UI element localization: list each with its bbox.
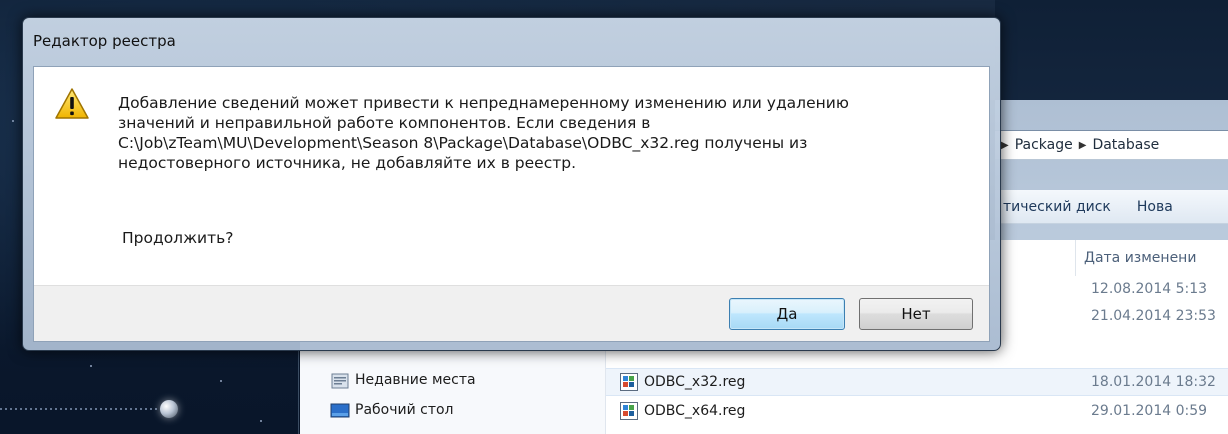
- explorer-toolbar: тический диск Нова: [995, 190, 1228, 224]
- breadcrumb-item-package[interactable]: Package: [1015, 137, 1073, 153]
- dialog-title: Редактор реестра: [33, 32, 176, 50]
- breadcrumb[interactable]: ▶ Package ▶ Database: [995, 130, 1228, 160]
- breadcrumb-separator-icon: ▶: [1078, 139, 1087, 151]
- recent-places-icon: [331, 373, 349, 389]
- dialog-message: Добавление сведений может привести к неп…: [118, 93, 978, 173]
- dialog-prompt: Продолжить?: [122, 229, 234, 247]
- file-name: ODBC_x64.reg: [644, 403, 746, 419]
- file-date: 18.01.2014 18:32: [1091, 374, 1216, 390]
- toolbar-new-folder-button[interactable]: Нова: [1137, 199, 1173, 215]
- file-row-odbc-x64[interactable]: ODBC_x64.reg 29.01.2014 0:59: [606, 398, 1228, 426]
- dialog-button-bar: Да Нет: [34, 285, 989, 341]
- message-line: недостоверного источника, не добавляйте …: [118, 154, 577, 172]
- file-date: 12.08.2014 5:13: [1091, 281, 1208, 297]
- no-button[interactable]: Нет: [859, 298, 973, 330]
- navigation-pane: [300, 350, 606, 434]
- message-line: C:\Job\zTeam\MU\Development\Season 8\Pac…: [118, 134, 808, 152]
- toolbar-burn-button[interactable]: тический диск: [1003, 199, 1111, 215]
- warning-icon: [55, 88, 89, 119]
- dialog-body: Добавление сведений может привести к неп…: [33, 66, 990, 342]
- file-row-odbc-x32[interactable]: ODBC_x32.reg 18.01.2014 18:32: [606, 368, 1228, 396]
- column-header-date-modified[interactable]: Дата изменени: [1075, 240, 1228, 276]
- breadcrumb-separator-icon: ▶: [1001, 139, 1009, 151]
- message-line: значений и неправильной работе компонент…: [118, 114, 651, 132]
- registry-editor-dialog: Редактор реестра Добавление сведений мож…: [22, 17, 1001, 351]
- yes-button[interactable]: Да: [729, 298, 845, 330]
- sidebar-item-recent-places[interactable]: Недавние места: [355, 372, 476, 388]
- registry-file-icon: [620, 373, 638, 391]
- desktop-orb: [160, 400, 178, 418]
- sidebar-item-desktop[interactable]: Рабочий стол: [355, 402, 454, 418]
- desktop-icon: [330, 403, 350, 418]
- registry-file-icon: [620, 402, 638, 420]
- breadcrumb-item-database[interactable]: Database: [1092, 137, 1159, 153]
- file-date: 29.01.2014 0:59: [1091, 403, 1208, 419]
- file-name: ODBC_x32.reg: [644, 374, 746, 390]
- file-date: 21.04.2014 23:53: [1091, 308, 1216, 324]
- message-line: Добавление сведений может привести к неп…: [118, 94, 849, 112]
